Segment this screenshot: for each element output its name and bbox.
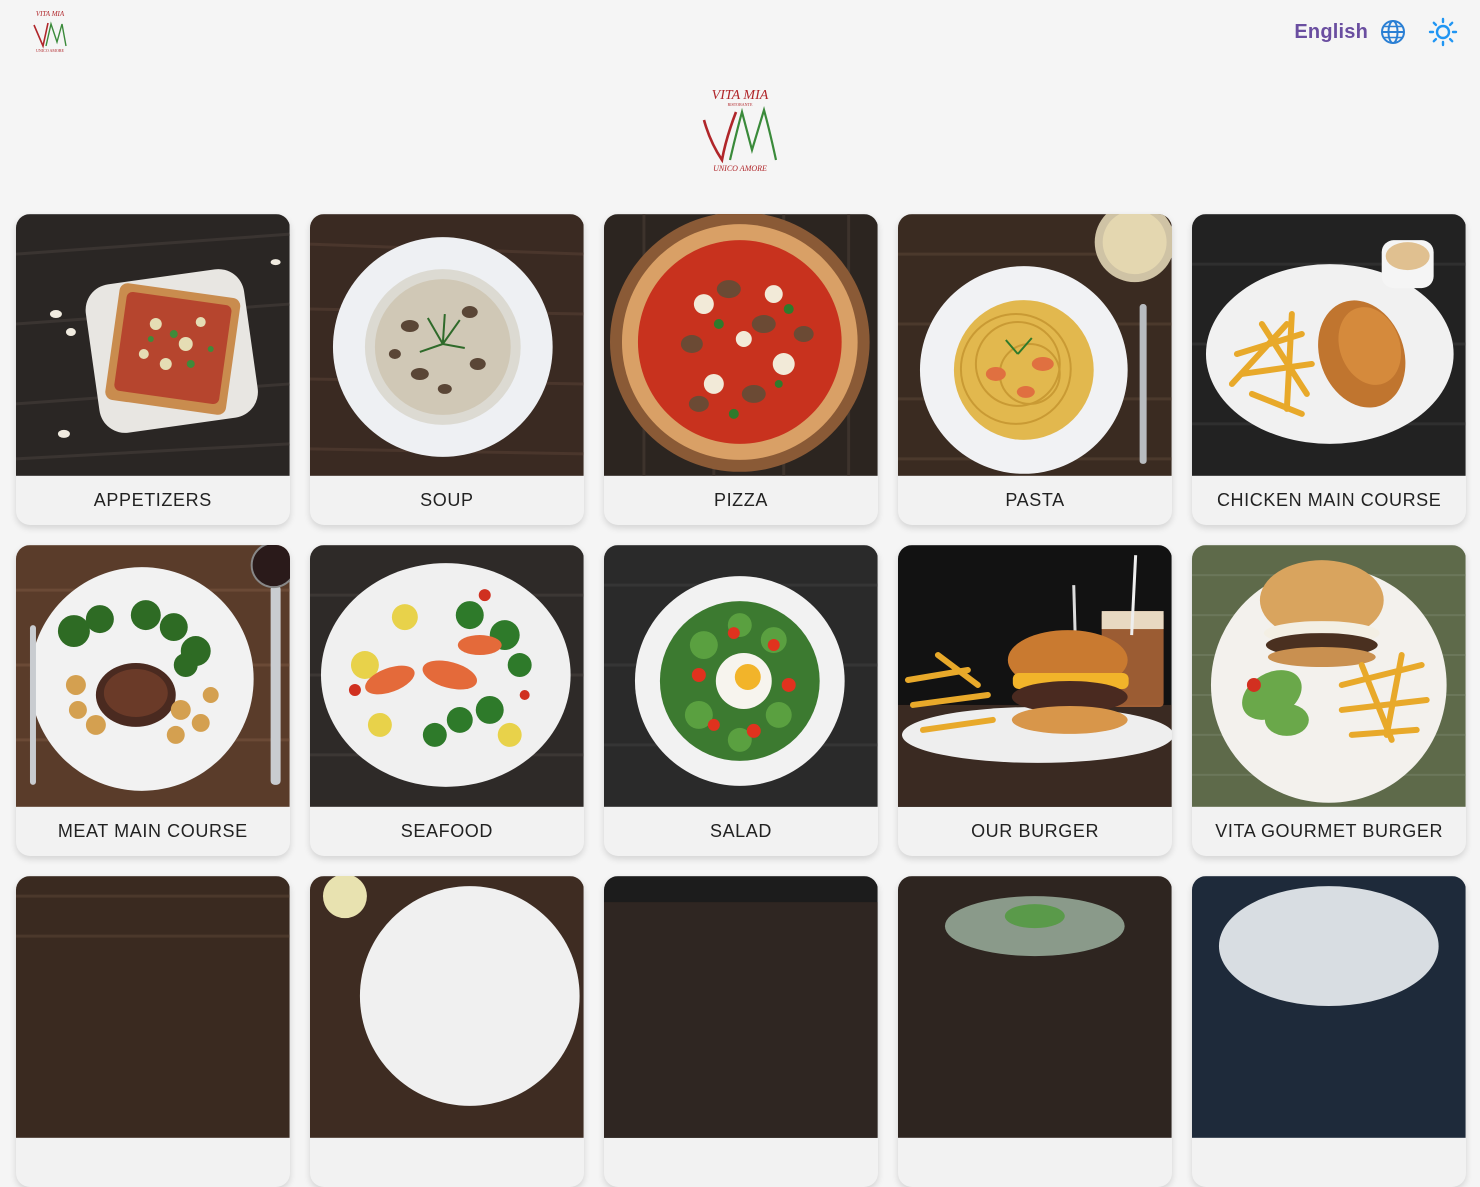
category-label: PIZZA	[713, 490, 768, 510]
language-selector[interactable]: English	[1294, 16, 1406, 48]
category-card-chicken-main-course[interactable]: CHICKEN MAIN COURSE	[1192, 214, 1466, 525]
category-card-seafood[interactable]: SEAFOOD	[310, 545, 584, 856]
category-label	[16, 1138, 290, 1187]
burger-image	[898, 545, 1172, 807]
category-card-partial[interactable]	[1192, 876, 1466, 1187]
category-card-partial[interactable]	[604, 876, 878, 1187]
category-label: CHICKEN MAIN COURSE	[1216, 490, 1442, 510]
category-label: SEAFOOD	[400, 821, 493, 841]
sun-icon[interactable]	[1428, 17, 1458, 47]
category-label: SOUP	[420, 490, 474, 510]
language-label: English	[1294, 20, 1368, 43]
seafood-image	[310, 545, 584, 807]
category-card-partial[interactable]	[898, 876, 1172, 1187]
chicken-image	[1192, 214, 1466, 476]
category-label	[310, 1138, 584, 1187]
soup-image	[310, 214, 584, 476]
svg-text:VITA MIA: VITA MIA	[36, 10, 65, 18]
salad-image	[604, 545, 878, 807]
category-label: OUR BURGER	[971, 821, 1100, 841]
category-label: APPETIZERS	[93, 490, 212, 510]
category-grid: APPETIZERS SOUP PIZZA PASTA CHICKEN MAIN…	[16, 214, 1466, 1187]
restaurant-logo: VITA MIA RISTORANTE UNICO AMORE	[702, 88, 778, 173]
meat-image	[16, 545, 290, 807]
category-label: VITA GOURMET BURGER	[1215, 821, 1444, 841]
category-card-partial[interactable]	[310, 876, 584, 1187]
category-label: MEAT MAIN COURSE	[57, 821, 248, 841]
category-label: PASTA	[1005, 490, 1065, 510]
category-image	[1192, 876, 1466, 1138]
category-card-meat-main-course[interactable]: MEAT MAIN COURSE	[16, 545, 290, 856]
logo-brand: VITA MIA	[712, 88, 769, 103]
category-image	[310, 876, 584, 1138]
category-card-partial[interactable]	[16, 876, 290, 1187]
top-bar: VITA MIA UNICO AMORE English	[0, 0, 1480, 64]
appetizers-image	[16, 214, 290, 476]
category-card-vita-gourmet-burger[interactable]: VITA GOURMET BURGER	[1192, 545, 1466, 856]
globe-icon	[1381, 20, 1405, 44]
category-card-soup[interactable]: SOUP	[310, 214, 584, 525]
pizza-image	[604, 214, 878, 476]
category-label	[604, 1138, 878, 1187]
category-label: SALAD	[709, 821, 772, 841]
restaurant-logo-small[interactable]: VITA MIA UNICO AMORE	[28, 8, 72, 54]
logo-motto: UNICO AMORE	[713, 164, 767, 173]
logo-sub: RISTORANTE	[728, 102, 753, 107]
pasta-image	[898, 214, 1172, 476]
gourmet-burger-image	[1192, 545, 1466, 807]
category-card-pizza[interactable]: PIZZA	[604, 214, 878, 525]
category-card-our-burger[interactable]: OUR BURGER	[898, 545, 1172, 856]
category-image	[16, 876, 290, 1138]
svg-text:UNICO AMORE: UNICO AMORE	[36, 48, 64, 53]
category-label	[898, 1138, 1172, 1187]
category-image	[604, 876, 878, 1138]
category-image	[898, 876, 1172, 1138]
category-label	[1192, 1138, 1466, 1187]
category-card-appetizers[interactable]: APPETIZERS	[16, 214, 290, 525]
category-card-pasta[interactable]: PASTA	[898, 214, 1172, 525]
category-card-salad[interactable]: SALAD	[604, 545, 878, 856]
